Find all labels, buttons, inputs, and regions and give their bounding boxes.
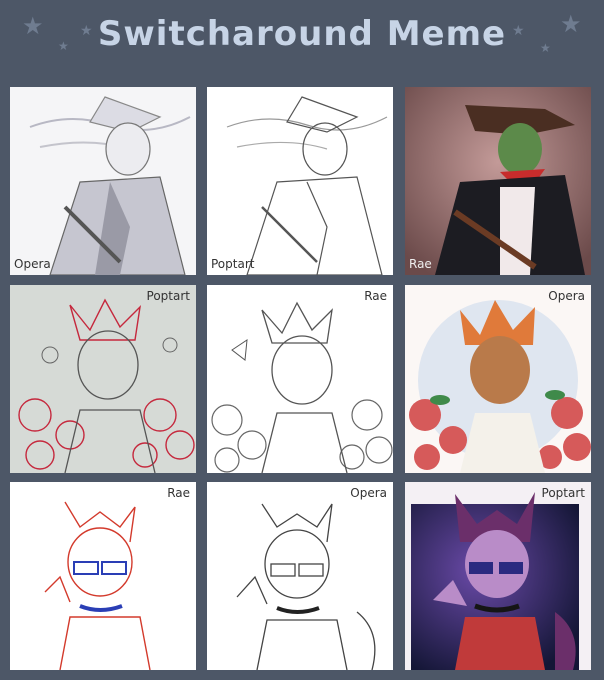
panel-flowers-color: Opera bbox=[405, 285, 591, 473]
artist-signature: Opera bbox=[14, 257, 51, 271]
meme-frame: Switcharound Meme ★ ★ ★ ★ ★ ★ Opera Popt… bbox=[0, 0, 604, 680]
catboy-lineart-art bbox=[207, 482, 393, 670]
star-icon: ★ bbox=[560, 10, 582, 38]
artist-signature: Opera bbox=[548, 289, 585, 303]
panel-flowers-lineart: Rae bbox=[207, 285, 393, 473]
star-icon: ★ bbox=[80, 23, 93, 39]
panel-cowboy-color: Rae bbox=[405, 87, 591, 275]
flowers-sketch-art bbox=[10, 285, 196, 473]
star-icon: ★ bbox=[540, 41, 551, 55]
panel-catboy-lineart: Opera bbox=[207, 482, 393, 670]
star-icon: ★ bbox=[22, 12, 44, 40]
artist-signature: Rae bbox=[167, 486, 190, 500]
panel-cowboy-sketch: Opera bbox=[10, 87, 196, 275]
star-icon: ★ bbox=[512, 23, 525, 39]
artist-signature: Opera bbox=[350, 486, 387, 500]
artist-signature: Poptart bbox=[146, 289, 190, 303]
artist-signature: Rae bbox=[409, 257, 432, 271]
cowboy-sketch-art bbox=[10, 87, 196, 275]
catboy-color-art bbox=[405, 482, 591, 670]
artist-signature: Poptart bbox=[211, 257, 255, 271]
panel-catboy-color: Poptart bbox=[405, 482, 591, 670]
panel-catboy-red-sketch: Rae bbox=[10, 482, 196, 670]
star-icon: ★ bbox=[58, 39, 69, 53]
cowboy-lineart-art bbox=[207, 87, 393, 275]
artist-signature: Rae bbox=[364, 289, 387, 303]
panel-flowers-red-sketch: Poptart bbox=[10, 285, 196, 473]
flowers-color-art bbox=[405, 285, 591, 473]
panel-cowboy-lineart: Poptart bbox=[207, 87, 393, 275]
artist-signature: Poptart bbox=[541, 486, 585, 500]
flowers-lineart-art bbox=[207, 285, 393, 473]
cowboy-color-art bbox=[405, 87, 591, 275]
catboy-sketch-art bbox=[10, 482, 196, 670]
